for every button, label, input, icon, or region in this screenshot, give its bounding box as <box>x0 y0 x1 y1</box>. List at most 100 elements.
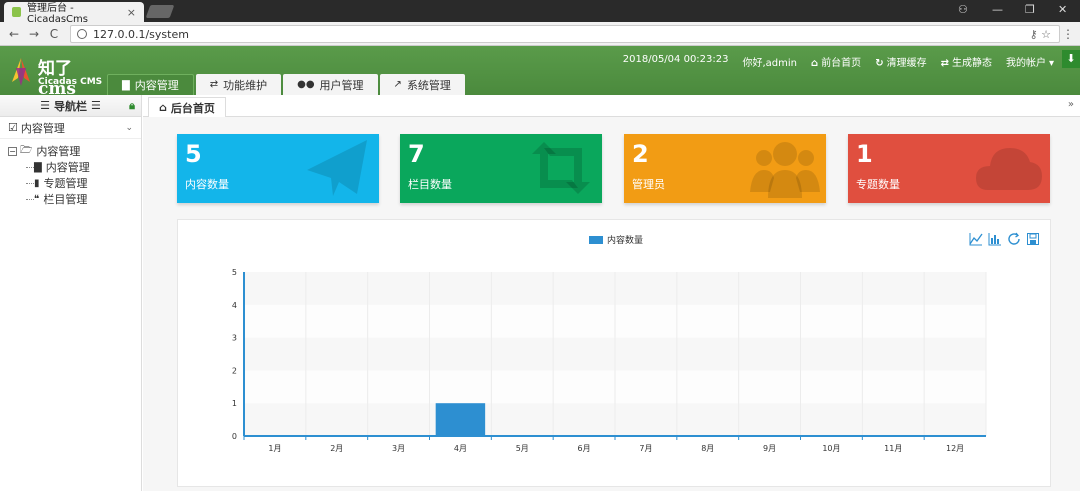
tab-function-maintenance[interactable]: ⇄ 功能维护 <box>195 74 282 95</box>
tree-root[interactable]: − 🗁︎ 内容管理 <box>8 143 141 159</box>
y-tick-label: 4 <box>232 301 237 310</box>
stat-card-admins[interactable]: 2 管理员 <box>624 134 826 203</box>
tree-item-topics[interactable]: ▮ 专题管理 <box>8 175 141 191</box>
logo-subtitle: Cicadas CMS <box>38 77 103 87</box>
y-tick-label: 1 <box>232 399 237 408</box>
logo[interactable]: 知了cms Cicadas CMS <box>8 52 103 99</box>
url-input[interactable]: 127.0.0.1/system ⚷ ☆ <box>70 25 1060 43</box>
tab-label: 内容管理 <box>134 79 179 92</box>
tab-close-icon[interactable]: × <box>127 6 136 19</box>
x-tick-label: 1月 <box>268 444 281 453</box>
x-tick-label: 9月 <box>763 444 776 453</box>
tab-label: 系统管理 <box>406 78 451 92</box>
menu-icon: ☰ <box>40 99 50 112</box>
app-header: 知了cms Cicadas CMS ▇ 内容管理 ⇄ 功能维护 ●● 用户管理 … <box>0 46 1080 99</box>
tab-content-management[interactable]: ▇ 内容管理 <box>107 74 194 95</box>
stat-card-content[interactable]: 5 内容数量 <box>177 134 379 203</box>
browser-tab-bar: 管理后台 - CicadasCms × ⚇ — ❐ ✕ <box>0 0 1080 25</box>
sidebar-section-content[interactable]: ☑ 内容管理 ⌄ <box>0 117 141 139</box>
reload-button[interactable]: C <box>44 27 64 41</box>
menu-icon: ☰ <box>91 99 101 112</box>
datetime-text: 2018/05/04 00:23:23 <box>622 54 729 65</box>
download-icon[interactable]: ⬇ <box>1062 50 1080 68</box>
cicada-logo-icon <box>12 58 30 86</box>
line-chart-icon[interactable] <box>969 232 983 246</box>
home-icon: ⌂ <box>811 58 819 69</box>
x-tick-label: 8月 <box>701 444 714 453</box>
site-favicon-icon <box>12 7 21 17</box>
frontend-home-link[interactable]: ⌂ 前台首页 <box>811 54 861 69</box>
browser-menu-icon[interactable]: ⋮ <box>1062 27 1074 41</box>
chevron-double-down-icon[interactable]: » <box>1068 99 1074 110</box>
checkbox-icon: ☑ <box>8 121 18 134</box>
generate-static-link[interactable]: ⇄ 生成静态 <box>941 54 992 69</box>
sidebar: ☰ 导航栏 ☰ 🔒︎ ☑ 内容管理 ⌄ − 🗁︎ 内容管理 ▇ 内容管理 ▮ 专… <box>0 95 142 491</box>
users-icon <box>750 142 820 198</box>
restore-icon[interactable] <box>1007 232 1021 246</box>
x-tick-label: 2月 <box>330 444 343 453</box>
exchange-icon: ⇄ <box>940 58 949 69</box>
paper-plane-icon <box>307 140 367 196</box>
y-tick-label: 2 <box>232 366 237 375</box>
tab-system-management[interactable]: ↗ 系统管理 <box>379 74 465 95</box>
tab-label: 用户管理 <box>319 78 364 92</box>
y-tick-label: 3 <box>232 334 237 343</box>
chart-legend[interactable]: 内容数量 <box>589 233 643 246</box>
stat-label: 栏目数量 <box>408 178 452 191</box>
x-tick-label: 4月 <box>454 444 467 453</box>
collapse-icon[interactable]: − <box>8 146 17 156</box>
tree-item-columns[interactable]: ❝ 栏目管理 <box>8 191 141 207</box>
maximize-button[interactable]: ❐ <box>1025 3 1035 16</box>
stat-value: 2 <box>632 140 649 168</box>
x-tick-label: 5月 <box>516 444 529 453</box>
x-tick-label: 3月 <box>392 444 405 453</box>
new-tab-button[interactable] <box>145 5 175 18</box>
stat-label: 内容数量 <box>185 178 229 191</box>
lock-icon[interactable]: 🔒︎ <box>129 99 135 113</box>
y-tick-label: 5 <box>232 268 237 277</box>
browser-tab[interactable]: 管理后台 - CicadasCms × <box>4 2 144 25</box>
legend-label: 内容数量 <box>607 236 644 246</box>
home-icon: ⌂ <box>159 101 167 114</box>
stat-card-topics[interactable]: 1 专题数量 <box>848 134 1050 203</box>
tab-user-management[interactable]: ●● 用户管理 <box>283 74 378 95</box>
tree-root-label: 内容管理 <box>36 145 81 158</box>
bookmark-star-icon[interactable]: ⚷ ☆ <box>1030 28 1051 41</box>
cloud-icon <box>976 148 1042 190</box>
site-info-icon[interactable] <box>77 29 87 39</box>
x-tick-label: 10月 <box>822 444 840 453</box>
stat-value: 7 <box>408 140 425 168</box>
document-icon: ▇ <box>122 79 130 91</box>
profile-icon[interactable]: ⚇ <box>958 3 968 16</box>
chart-panel: 0 1 2 3 4 5 1月 2月 3月 4月 5月 6月 7月 8月 9月 10月 11月 12月 内容数量 <box>177 219 1051 487</box>
my-account-dropdown[interactable]: 我的帐户 ▾ <box>1006 54 1054 69</box>
tab-label: 功能维护 <box>223 78 268 92</box>
breadcrumb-label: 后台首页 <box>170 101 215 115</box>
clear-cache-link[interactable]: ↻ 清理缓存 <box>875 54 926 69</box>
stat-value: 1 <box>856 140 873 168</box>
address-bar-row: ← → C 127.0.0.1/system ⚷ ☆ ⋮ <box>0 22 1080 46</box>
refresh-icon: ↻ <box>875 58 884 69</box>
tab-dashboard-home[interactable]: ⌂ 后台首页 <box>148 97 226 117</box>
tree-item-content[interactable]: ▇ 内容管理 <box>8 159 141 175</box>
bar-4月 <box>435 403 486 436</box>
back-button[interactable]: ← <box>4 27 24 41</box>
save-icon[interactable] <box>1026 232 1040 246</box>
bar-chart-icon[interactable] <box>988 232 1002 246</box>
minimize-button[interactable]: — <box>992 3 1003 16</box>
forward-button[interactable]: → <box>24 27 44 41</box>
line-chart-icon: ↗ <box>393 79 402 90</box>
monthly-content-chart: 0 1 2 3 4 5 1月 2月 3月 4月 5月 6月 7月 8月 9月 10月 11月 12月 <box>232 268 987 453</box>
stat-label: 管理员 <box>632 178 665 191</box>
sidebar-section-label: 内容管理 <box>20 121 65 135</box>
tree-item-label: 内容管理 <box>45 161 90 174</box>
x-tick-label: 7月 <box>639 444 652 453</box>
stat-label: 专题数量 <box>856 178 900 191</box>
users-icon: ●● <box>297 79 315 90</box>
main-nav-tabs: ▇ 内容管理 ⇄ 功能维护 ●● 用户管理 ↗ 系统管理 <box>107 74 467 95</box>
greeting-text: 你好,admin <box>742 58 798 69</box>
close-window-button[interactable]: ✕ <box>1058 3 1067 16</box>
header-user-bar: 2018/05/04 00:23:23 你好,admin ⌂ 前台首页 ↻ 清理缓存… <box>609 54 1054 69</box>
stat-card-columns[interactable]: 7 栏目数量 <box>400 134 602 203</box>
quote-icon: ❝ <box>34 193 40 205</box>
